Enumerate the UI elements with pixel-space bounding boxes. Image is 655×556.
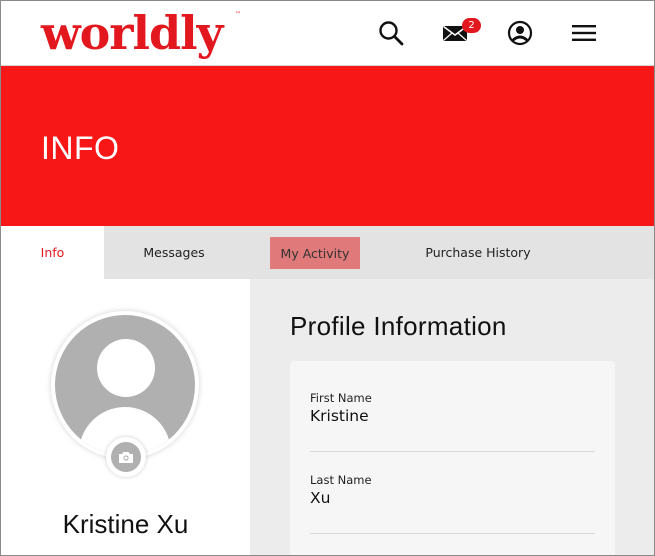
profile-sidebar: Kristine Xu xyxy=(1,279,250,555)
profile-tabs: Info Messages My Activity Purchase Histo… xyxy=(1,226,654,279)
first-name-value: Kristine xyxy=(310,407,369,425)
user-display-name: Kristine Xu xyxy=(62,509,189,539)
last-name-label: Last Name xyxy=(310,473,372,487)
profile-info-title: Profile Information xyxy=(290,311,507,341)
tab-messages[interactable]: Messages xyxy=(121,226,227,279)
menu-icon xyxy=(572,25,596,41)
profile-info-panel: Profile Information First Name Kristine … xyxy=(250,279,654,555)
page-banner: INFO xyxy=(1,66,654,226)
last-name-value: Xu xyxy=(310,489,331,507)
tab-info[interactable]: Info xyxy=(1,226,104,279)
camera-icon-bg xyxy=(111,442,141,472)
tab-my-activity[interactable]: My Activity xyxy=(270,237,360,269)
page-title: INFO xyxy=(41,130,120,166)
account-icon xyxy=(507,20,533,46)
change-photo-button[interactable] xyxy=(106,437,146,477)
account-button[interactable] xyxy=(506,19,534,47)
top-header: worldly ™ 2 xyxy=(1,1,654,66)
worldly-logo[interactable]: worldly xyxy=(41,5,223,61)
search-button[interactable] xyxy=(377,19,405,47)
first-name-label: First Name xyxy=(310,391,372,405)
logo-trademark: ™ xyxy=(235,11,241,18)
first-name-field[interactable]: First Name Kristine xyxy=(310,391,595,452)
profile-info-card: First Name Kristine Last Name Xu xyxy=(290,361,615,555)
app-frame: worldly ™ 2 INFO Info Messages My Activi… xyxy=(0,0,655,556)
menu-button[interactable] xyxy=(570,19,598,47)
mail-badge: 2 xyxy=(462,18,481,33)
avatar-head-shape xyxy=(97,339,155,397)
tab-purchase-history[interactable]: Purchase History xyxy=(413,226,543,279)
user-placeholder-icon xyxy=(55,315,195,455)
camera-icon xyxy=(119,452,133,463)
last-name-field[interactable]: Last Name Xu xyxy=(310,473,595,534)
search-icon xyxy=(379,21,404,46)
